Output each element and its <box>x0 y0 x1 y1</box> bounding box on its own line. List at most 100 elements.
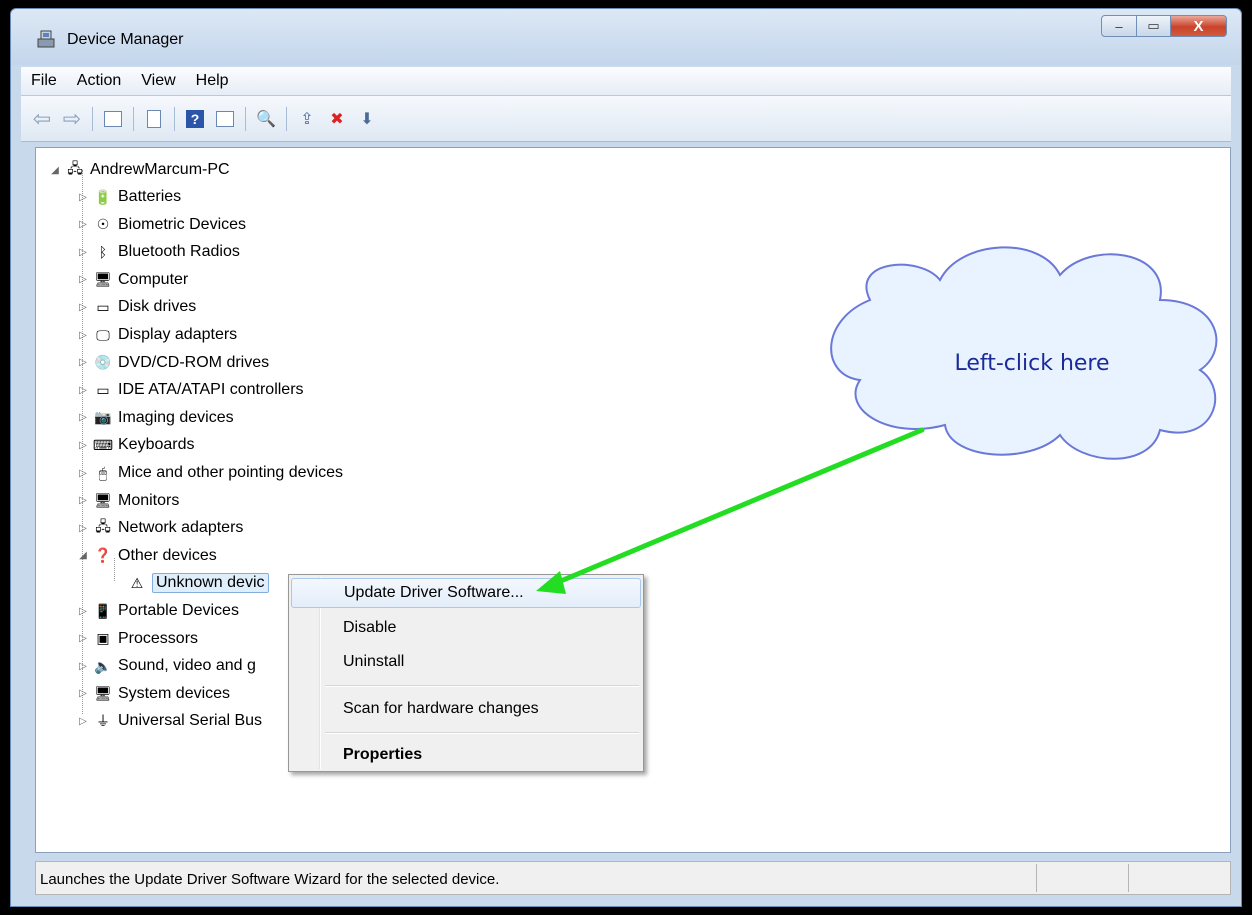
expand-arrow-icon[interactable]: ▷ <box>78 661 88 672</box>
tree-item-label: Universal Serial Bus <box>118 712 263 730</box>
network-icon: 🖧 <box>95 518 111 535</box>
tree-item-label: System devices <box>118 684 231 702</box>
tree-category-item[interactable]: ▷ 📷 Imaging devices <box>79 407 234 429</box>
menu-view[interactable]: View <box>131 72 185 90</box>
help-icon[interactable]: ? <box>184 108 206 130</box>
camera-icon: 📷 <box>94 409 112 426</box>
monitor-icon: 🖥 <box>94 492 112 509</box>
maximize-icon: ▭ <box>1147 18 1160 33</box>
bluetooth-icon: ᛒ <box>98 244 108 261</box>
menu-item-scan[interactable]: Scan for hardware changes <box>291 694 641 724</box>
tree-child-item[interactable]: ⚠ Unknown devic <box>128 572 269 594</box>
properties-icon[interactable] <box>143 108 165 130</box>
tree-item-label: DVD/CD-ROM drives <box>118 353 270 371</box>
unknown-device-icon: ❓ <box>94 547 112 564</box>
tree-category-item[interactable]: ▷ 🖥 Monitors <box>79 490 179 512</box>
tree-category-item[interactable]: ▷ ▭ IDE ATA/ATAPI controllers <box>79 379 303 401</box>
tree-category-item[interactable]: ▷ 🖥 Computer <box>79 269 189 291</box>
tree-item-label: Batteries <box>118 188 182 205</box>
update-driver-icon[interactable]: ⇪ <box>296 108 318 130</box>
status-text: Launches the Update Driver Software Wiza… <box>40 871 500 888</box>
show-hide-console-tree-icon[interactable] <box>102 108 124 130</box>
tree-item-label: Imaging devices <box>118 408 234 426</box>
menu-file[interactable]: File <box>21 72 67 90</box>
menu-item-uninstall[interactable]: Uninstall <box>291 647 641 677</box>
mouse-icon: 🖱 <box>98 464 108 481</box>
tree-item-label: Computer <box>118 270 189 288</box>
tree-category-item[interactable]: ◢ ❓ Other devices <box>79 545 217 567</box>
expand-arrow-icon[interactable]: ▷ <box>78 688 88 699</box>
expand-arrow-icon[interactable]: ▷ <box>78 633 88 644</box>
tree-category-item[interactable]: ▷ ☉ Biometric Devices <box>79 214 247 236</box>
collapse-arrow-icon[interactable]: ◢ <box>50 165 60 176</box>
tree-category-item[interactable]: ▷ 🔈 Sound, video and g <box>79 655 256 677</box>
tree-category-item[interactable]: ▷ 🖧 Network adapters <box>79 517 244 539</box>
back-arrow-icon[interactable]: ⇦ <box>31 106 53 131</box>
collapse-arrow-icon[interactable]: ◢ <box>78 550 88 561</box>
menu-item-update-driver[interactable]: Update Driver Software... <box>291 578 641 608</box>
fingerprint-icon: ☉ <box>96 216 110 233</box>
title-bar[interactable]: Device Manager – ▭ X <box>11 9 1241 65</box>
toolbar-divider <box>133 106 134 131</box>
close-button[interactable]: X <box>1171 15 1227 37</box>
disk-drive-icon: ▭ <box>96 298 110 315</box>
menu-item-disable[interactable]: Disable <box>291 613 641 643</box>
expand-arrow-icon[interactable]: ▷ <box>78 495 88 506</box>
expand-arrow-icon[interactable]: ▷ <box>78 606 88 617</box>
toolbar-divider <box>286 106 287 131</box>
tree-item-label: Bluetooth Radios <box>118 243 240 261</box>
tree-category-item[interactable]: ▷ ⏚ Universal Serial Bus <box>79 710 263 732</box>
tree-category-item[interactable]: ▷ ᛒ Bluetooth Radios <box>79 241 240 263</box>
close-icon: X <box>1193 17 1204 35</box>
expand-arrow-icon[interactable]: ▷ <box>78 716 88 727</box>
tree-category-item[interactable]: ▷ 🖥 System devices <box>79 683 231 705</box>
menu-item-properties[interactable]: Properties <box>291 740 641 770</box>
show-hide-action-pane-icon[interactable] <box>214 108 236 130</box>
tree-item-label: Biometric Devices <box>118 215 247 233</box>
uninstall-icon[interactable]: ✖ <box>326 108 348 130</box>
expand-arrow-icon[interactable]: ▷ <box>78 192 88 203</box>
dvd-drive-icon: 💿 <box>94 354 112 371</box>
expand-arrow-icon[interactable]: ▷ <box>78 523 88 534</box>
display-adapter-icon: 🖵 <box>96 326 110 343</box>
menu-bar: File Action View Help <box>21 67 1231 96</box>
expand-arrow-icon[interactable]: ▷ <box>78 412 88 423</box>
tree-root[interactable]: ◢ 🖧 AndrewMarcum-PC <box>50 159 230 181</box>
tree-item-label: Portable Devices <box>118 602 239 619</box>
expand-arrow-icon[interactable]: ▷ <box>78 247 88 258</box>
enable-device-icon[interactable]: ⬇ <box>356 108 378 130</box>
expand-arrow-icon[interactable]: ▷ <box>78 440 88 451</box>
expand-arrow-icon[interactable]: ▷ <box>78 357 88 368</box>
tree-category-item[interactable]: ▷ 💿 DVD/CD-ROM drives <box>79 352 270 374</box>
tree-category-item[interactable]: ▷ ▣ Processors <box>79 628 198 650</box>
maximize-button[interactable]: ▭ <box>1137 15 1171 37</box>
expand-arrow-icon[interactable]: ▷ <box>78 302 88 313</box>
expand-arrow-icon[interactable]: ▷ <box>78 219 88 230</box>
tree-item-label: Network adapters <box>118 519 244 537</box>
expand-arrow-icon[interactable]: ▷ <box>78 330 88 341</box>
menu-action[interactable]: Action <box>67 72 131 90</box>
forward-arrow-icon[interactable]: ⇨ <box>61 106 83 131</box>
processor-icon: ▣ <box>96 630 110 647</box>
tree-category-item[interactable]: ▷ 🖱 Mice and other pointing devices <box>79 462 343 484</box>
expand-arrow-icon[interactable]: ▷ <box>78 274 88 285</box>
menu-item-label: Properties <box>343 746 423 763</box>
minimize-button[interactable]: – <box>1101 15 1137 37</box>
tree-category-item[interactable]: ▷ ⌨ Keyboards <box>79 434 195 456</box>
tree-category-item[interactable]: ▷ 🖵 Display adapters <box>79 324 237 346</box>
toolbar-divider <box>92 106 93 131</box>
tree-category-item[interactable]: ▷ 📱 Portable Devices <box>79 600 239 622</box>
menu-help[interactable]: Help <box>186 72 239 90</box>
tree-item-label: Disk drives <box>118 298 197 316</box>
scan-hardware-icon[interactable]: 🔍 <box>255 108 277 130</box>
battery-icon: 🔋 <box>94 188 112 205</box>
tree-category-item[interactable]: ▷ ▭ Disk drives <box>79 296 197 318</box>
tree-root-label: AndrewMarcum-PC <box>90 161 230 178</box>
tree-category-item[interactable]: ▷ 🔋 Batteries <box>79 186 182 208</box>
expand-arrow-icon[interactable]: ▷ <box>78 468 88 479</box>
window-title: Device Manager <box>67 31 184 48</box>
expand-arrow-icon[interactable]: ▷ <box>78 385 88 396</box>
context-menu: Update Driver Software... Disable Uninst… <box>288 574 644 772</box>
status-divider <box>1128 864 1129 892</box>
tree-item-label: Keyboards <box>118 436 195 454</box>
